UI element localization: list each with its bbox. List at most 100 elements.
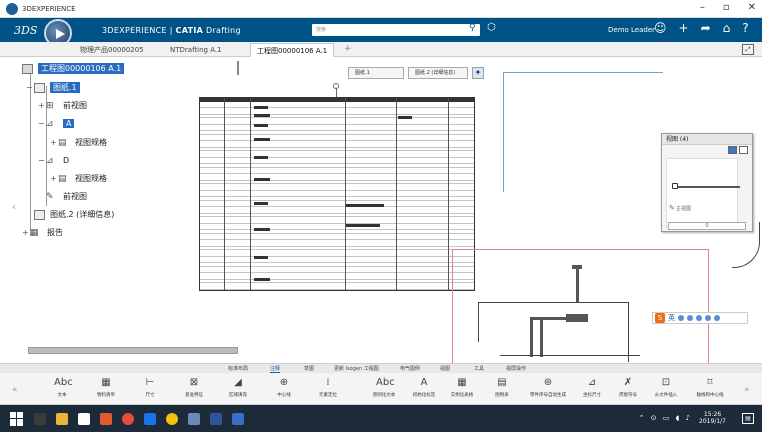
bom-table[interactable]: [199, 97, 475, 291]
add-sheet-icon[interactable]: ✦: [472, 67, 484, 79]
tab-drawing[interactable]: 工程图00000106 A.1: [250, 43, 335, 57]
scroll-right-icon[interactable]: »: [744, 385, 750, 395]
insert-from-file-tool[interactable]: ⊡ 从文件插入: [644, 375, 688, 398]
centerline-icon: ⊕: [279, 377, 289, 388]
tree-sheet-2[interactable]: 图纸.2 (详细信息): [26, 208, 114, 221]
area-fill-icon: ◢: [234, 377, 242, 388]
ribbon-tab-video[interactable]: 视屏操作: [506, 365, 526, 372]
table-icon: ▦: [457, 377, 467, 388]
area-fill-tool[interactable]: ◢ 区域填充: [216, 375, 260, 398]
tree-view-a[interactable]: − ⊿ A: [38, 117, 75, 130]
app-icon[interactable]: [78, 412, 90, 425]
system-tray-icons[interactable]: ⌃ ⊙ ▭ ◖ ♪: [639, 414, 692, 422]
tree-front-view-1[interactable]: + ⊞ 前视图: [38, 99, 87, 112]
legend-table-tool[interactable]: ▤ 图例表: [480, 375, 524, 398]
tree-view-spec-2[interactable]: + ▤ 视图规格: [50, 172, 107, 185]
restore-icon[interactable]: ▫: [723, 2, 730, 13]
explorer-icon[interactable]: [56, 412, 68, 425]
text-tool[interactable]: Abc 文本: [40, 375, 84, 398]
browser-icon[interactable]: [122, 412, 134, 425]
maximize-view-icon[interactable]: ⤢: [742, 44, 754, 55]
view-panel-input[interactable]: 0: [668, 222, 746, 230]
spec-icon: ▤: [58, 137, 67, 148]
section-view-icon: ⊿: [46, 118, 54, 129]
axis-centerline-tool[interactable]: ⌑ 轴线和中心线: [688, 375, 732, 398]
catia-taskbar-icon[interactable]: [188, 412, 200, 425]
tree-horizontal-scrollbar[interactable]: [28, 347, 238, 354]
notification-icon[interactable]: ▤: [742, 413, 754, 424]
dimension-icon: ⊢: [145, 377, 155, 388]
ribbon-tab-electrical[interactable]: 电气图例: [400, 365, 420, 372]
share-icon[interactable]: ➦: [701, 21, 711, 35]
ime-mode[interactable]: 英: [668, 313, 675, 323]
tree-root[interactable]: 工程图00000106 A.1: [22, 62, 125, 75]
sheet-tab-2[interactable]: 图纸.2 (详细信息): [408, 67, 468, 79]
search-input[interactable]: 搜索: [312, 24, 480, 36]
new-tab-icon[interactable]: +: [344, 44, 352, 54]
spec-icon: ▤: [58, 173, 67, 184]
ribbon-tab-tools[interactable]: 工具: [474, 365, 484, 372]
balloon-auto-tool[interactable]: ⊛ 零件序号自动生成: [526, 375, 570, 398]
window-title-bar: 3DEXPERIENCE – ▫ ✕: [0, 0, 762, 18]
tab-ntdrafting[interactable]: NTDrafting A.1: [164, 43, 228, 57]
edit-view-icon: ✎: [46, 191, 54, 202]
search-icon[interactable]: ⚲: [469, 23, 476, 33]
centerline-tool[interactable]: ⊕ 中心线: [262, 375, 306, 398]
position-icon: ⁞: [326, 377, 330, 388]
minimize-icon[interactable]: –: [700, 2, 705, 13]
tree-front-view-2[interactable]: ✎ 前视图: [46, 190, 87, 203]
view-icon: ⊞: [46, 100, 54, 111]
panel-splitter[interactable]: [237, 61, 239, 75]
weld-icon: ✗: [623, 377, 633, 388]
outlook-icon[interactable]: [144, 412, 156, 425]
home-icon[interactable]: ⌂: [723, 21, 731, 35]
datum-icon: ⊠: [189, 377, 199, 388]
windows-taskbar: ⌃ ⊙ ▭ ◖ ♪ 15:26 2019/1/7 ▤: [0, 405, 762, 432]
view-panel-edit-label: 主视图: [676, 206, 692, 212]
close-icon[interactable]: ✕: [748, 2, 756, 13]
tree-view-spec-1[interactable]: + ▤ 视图规格: [50, 136, 107, 149]
clock[interactable]: 15:26 2019/1/7: [699, 411, 726, 425]
ribbon-tab-view[interactable]: 视图: [440, 365, 450, 372]
ribbon-tab-isogen[interactable]: 更新 Isogen 工程图: [334, 365, 379, 372]
rule-text-tool[interactable]: Abc 原则化文本: [362, 375, 406, 398]
teams-icon[interactable]: [232, 412, 244, 425]
search-taskbar-icon[interactable]: [34, 412, 46, 425]
drawing-workspace[interactable]: ‹ 工程图00000106 A.1 − 图纸.1 + ⊞ 前视图 − ⊿ A + ▤ 视图规格…: [0, 57, 762, 363]
play-icon: [56, 29, 65, 39]
view-panel[interactable]: 视图 (4) ✎ 主视图 0: [661, 133, 753, 232]
datum-feature-tool[interactable]: ⊠ 基准特征: [172, 375, 216, 398]
tag-icon[interactable]: ⬡: [487, 22, 496, 33]
zoom-slider[interactable]: [674, 186, 740, 188]
tree-view-d[interactable]: − ⊿ D: [38, 154, 69, 167]
report-icon: ▦: [30, 227, 39, 238]
windows-start-icon[interactable]: [10, 411, 24, 426]
dimension-tool[interactable]: ⊢ 尺寸: [128, 375, 172, 398]
word-icon[interactable]: [210, 412, 222, 425]
text-icon: Abc: [54, 377, 73, 388]
tree-report[interactable]: + ▦ 报告: [22, 226, 63, 239]
legend-icon: ▤: [497, 377, 507, 388]
ime-toolbar[interactable]: S 英: [652, 312, 748, 324]
office-icon[interactable]: [100, 412, 112, 425]
collapse-left-icon[interactable]: ‹: [12, 202, 16, 213]
ribbon-tab-sketch[interactable]: 草图: [304, 365, 314, 372]
user-name[interactable]: Demo Leader: [608, 26, 655, 34]
scroll-left-icon[interactable]: «: [12, 385, 18, 395]
tab-physical-product[interactable]: 物理产品00000205: [74, 43, 150, 57]
bom-tool[interactable]: ▦ 物料清单: [84, 375, 128, 398]
grid-view-icon[interactable]: [728, 146, 737, 154]
edit-icon[interactable]: ✎: [669, 204, 675, 212]
list-view-icon[interactable]: [739, 146, 748, 154]
sheet-tab-1[interactable]: 图纸.1: [348, 67, 404, 79]
user-avatar-icon[interactable]: ☺: [654, 21, 667, 35]
zoom-slider-handle[interactable]: [672, 183, 678, 189]
help-icon[interactable]: ?: [742, 21, 748, 35]
instantiate-table-tool[interactable]: ▦ 实例化表格: [440, 375, 484, 398]
ribbon-tab-layout[interactable]: 标准布局: [228, 365, 248, 372]
chrome-icon[interactable]: [166, 412, 178, 425]
element-position-tool[interactable]: ⁞ 元素定位: [306, 375, 350, 398]
tree-sheet-1[interactable]: − 图纸.1: [26, 81, 80, 94]
ribbon-tab-annotation[interactable]: 注释: [270, 365, 281, 373]
add-icon[interactable]: +: [679, 21, 689, 35]
